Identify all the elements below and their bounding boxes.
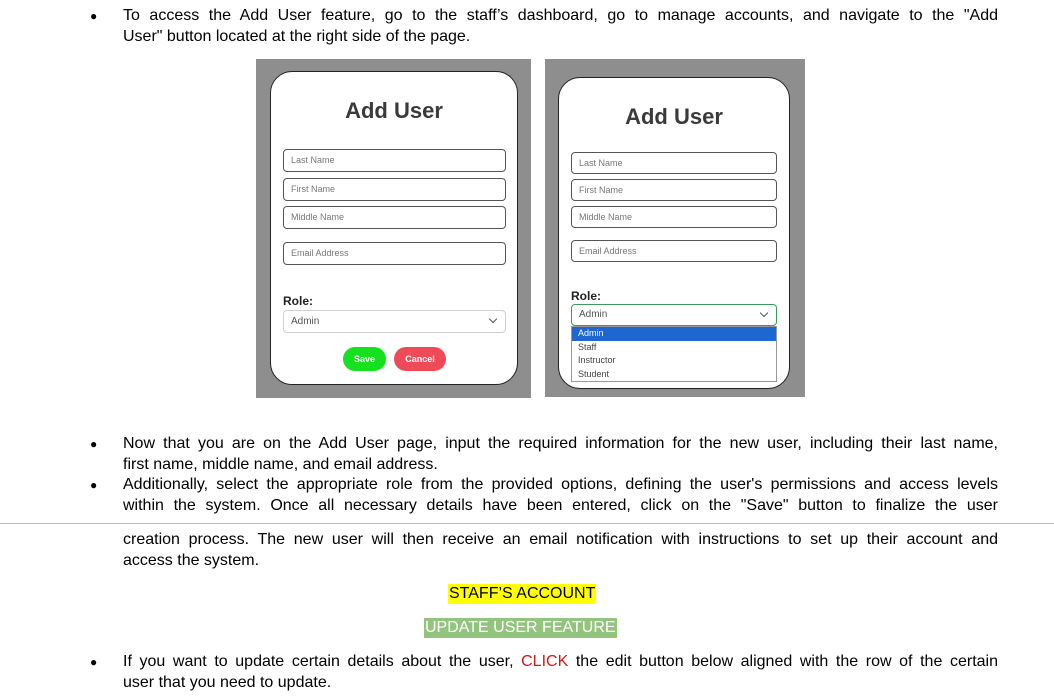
- bullet-marker: ●: [90, 655, 98, 669]
- page-break-divider: [0, 523, 1054, 524]
- chevron-down-icon: [488, 314, 498, 324]
- role-select-value: Admin: [291, 316, 320, 327]
- middle-name-field[interactable]: Middle Name: [283, 206, 506, 229]
- role-label: Role:: [571, 289, 601, 303]
- staff-account-heading: STAFF’S ACCOUNT: [448, 584, 597, 604]
- role-option-instructor[interactable]: Instructor: [572, 354, 776, 368]
- role-select[interactable]: Admin: [571, 304, 777, 326]
- add-user-modal: Add User Last Name First Name Middle Nam…: [558, 77, 790, 389]
- modal-title: Add User: [625, 104, 723, 129]
- bullet-marker: ●: [90, 478, 98, 492]
- role-dropdown-screenshot: Add User Last Name First Name Middle Nam…: [545, 59, 805, 397]
- middle-name-field[interactable]: Middle Name: [571, 206, 777, 228]
- first-name-field[interactable]: First Name: [571, 179, 777, 201]
- continuation-paragraph: creation process. The new user will then…: [123, 530, 998, 571]
- role-option-admin[interactable]: Admin: [572, 327, 776, 341]
- add-user-modal: Add User Last Name First Name Middle Nam…: [270, 71, 518, 385]
- role-option-staff[interactable]: Staff: [572, 341, 776, 355]
- paragraph-line: Now that you are on the Add User page, i…: [123, 435, 998, 452]
- role-select-value: Admin: [579, 309, 608, 320]
- modal-title: Add User: [345, 98, 443, 123]
- paragraph-line: To access the Add User feature, go to th…: [123, 7, 998, 24]
- bullet-paragraph-3: Additionally, select the appropriate rol…: [123, 475, 998, 516]
- bullet-marker: ●: [90, 437, 98, 451]
- email-address-field[interactable]: Email Address: [571, 240, 777, 262]
- text-span: If you want to update certain details ab…: [123, 653, 522, 670]
- role-select[interactable]: Admin: [283, 310, 506, 333]
- bullet-paragraph-4: If you want to update certain details ab…: [123, 652, 998, 693]
- paragraph-line: Additionally, select the appropriate rol…: [123, 476, 998, 493]
- paragraph-line: creation process. The new user will then…: [123, 531, 998, 548]
- role-option-student[interactable]: Student: [572, 368, 776, 382]
- text-span: the edit button below aligned with the r…: [568, 653, 998, 670]
- role-label: Role:: [283, 294, 313, 308]
- cancel-button[interactable]: Cancel: [394, 347, 446, 371]
- email-address-field[interactable]: Email Address: [283, 242, 506, 265]
- bullet-paragraph-2: Now that you are on the Add User page, i…: [123, 434, 998, 475]
- chevron-down-icon: [759, 308, 769, 318]
- first-name-field[interactable]: First Name: [283, 178, 506, 201]
- last-name-field[interactable]: Last Name: [283, 149, 506, 172]
- bullet-paragraph-1: To access the Add User feature, go to th…: [123, 6, 998, 47]
- role-dropdown-list: Admin Staff Instructor Student: [571, 326, 777, 382]
- paragraph-line: User" button located at the right side o…: [123, 27, 471, 45]
- bullet-marker: ●: [90, 9, 98, 23]
- update-user-feature-heading: UPDATE USER FEATURE: [424, 618, 617, 638]
- paragraph-line: user that you need to update.: [123, 673, 332, 691]
- paragraph-line: If you want to update certain details ab…: [123, 652, 998, 673]
- save-button[interactable]: Save: [343, 347, 386, 371]
- paragraph-line: within the system. Once all necessary de…: [123, 496, 998, 514]
- paragraph-line: first name, middle name, and email addre…: [123, 455, 438, 473]
- paragraph-line: access the system.: [123, 551, 260, 569]
- add-user-screenshot: Add User Last Name First Name Middle Nam…: [256, 59, 531, 398]
- click-highlight: CLICK: [521, 653, 569, 670]
- last-name-field[interactable]: Last Name: [571, 152, 777, 174]
